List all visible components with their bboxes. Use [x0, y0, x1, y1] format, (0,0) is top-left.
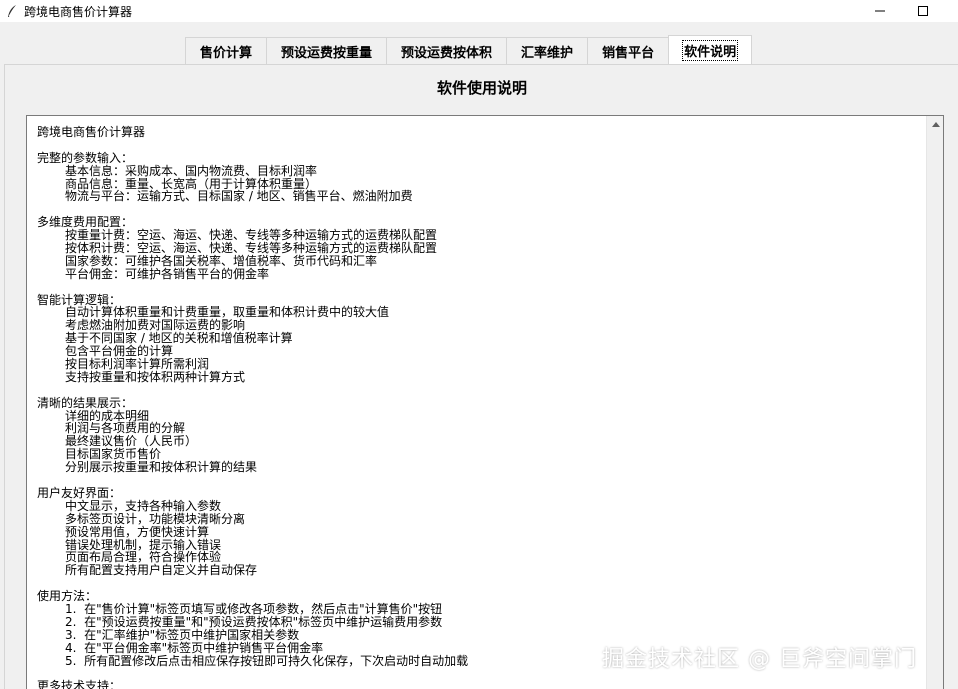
section-item: 中文显示，支持各种输入参数 [65, 498, 222, 513]
section-item: 3. 在"汇率维护"标签页中维护国家相关参数 [65, 627, 300, 642]
tab-sales-platform[interactable]: 销售平台 [587, 37, 670, 64]
instructions-text: 跨境电商售价计算器 完整的参数输入： 基本信息：采购成本、国内物流费、目标利润率商… [37, 126, 917, 689]
tab-freight-weight[interactable]: 预设运费按重量 [266, 37, 388, 64]
window-title: 跨境电商售价计算器 [24, 4, 133, 19]
section-item: 多标签页设计，功能模块清晰分离 [65, 511, 246, 526]
tab-bar: 售价计算 预设运费按重量 预设运费按体积 汇率维护 销售平台 软件说明 [185, 35, 753, 65]
section-item: 国家参数：可维护各国关税率、增值税率、货币代码和汇率 [65, 253, 378, 268]
section-title: 清晰的结果展示： [37, 395, 134, 410]
doc-heading: 跨境电商售价计算器 [37, 125, 146, 139]
section-item: 基本信息：采购成本、国内物流费、目标利润率 [65, 163, 318, 178]
section-item: 分别展示按重量和按体积计算的结果 [65, 460, 258, 475]
section-title: 更多技术支持： [37, 679, 122, 689]
tab-freight-volume[interactable]: 预设运费按体积 [386, 37, 508, 64]
section-item: 支持按重量和按体积两种计算方式 [65, 369, 246, 384]
instructions-textarea[interactable]: 跨境电商售价计算器 完整的参数输入： 基本信息：采购成本、国内物流费、目标利润率商… [26, 115, 944, 689]
app-window: 跨境电商售价计算器 售价计算 预设运费按重量 预设运费按体积 汇率维护 销售平台… [0, 0, 958, 689]
vertical-scrollbar[interactable] [926, 116, 943, 689]
minimize-button[interactable] [857, 0, 903, 22]
section-item: 1. 在"售价计算"标签页填写或修改各项参数，然后点击"计算售价"按钮 [65, 601, 443, 616]
section-item: 2. 在"预设运费按重量"和"预设运费按体积"标签页中维护运输费用参数 [65, 614, 443, 629]
maximize-button[interactable] [900, 0, 946, 22]
section-item: 所有配置支持用户自定义并自动保存 [65, 563, 258, 578]
title-bar: 跨境电商售价计算器 [0, 0, 958, 22]
section-item: 物流与平台：运输方式、目标国家 / 地区、销售平台、燃油附加费 [65, 189, 413, 204]
tab-exchange-rate[interactable]: 汇率维护 [506, 37, 589, 64]
feather-icon [4, 3, 20, 19]
section-item: 预设常用值，方便快速计算 [65, 524, 210, 539]
scroll-up-icon[interactable] [927, 116, 943, 133]
tab-price-calc[interactable]: 售价计算 [185, 37, 268, 64]
section-item: 平台佣金：可维护各销售平台的佣金率 [65, 266, 270, 281]
section-title: 用户友好界面： [37, 485, 122, 500]
page-title: 软件使用说明 [436, 79, 527, 97]
tab-software-info[interactable]: 软件说明 [668, 35, 753, 65]
section-item: 按目标利润率计算所需利润 [65, 357, 210, 372]
section-title: 完整的参数输入： [37, 150, 134, 165]
section-item: 最终建议售价（人民币） [65, 434, 198, 449]
section-item: 按体积计费：空运、海运、快递、专线等多种运输方式的运费梯队配置 [65, 241, 438, 256]
watermark: 掘金技术社区 @ 巨斧空间掌门 [602, 647, 917, 672]
tab-content-panel: 软件使用说明 跨境电商售价计算器 完整的参数输入： 基本信息：采购成本、国内物流费… [4, 64, 958, 689]
